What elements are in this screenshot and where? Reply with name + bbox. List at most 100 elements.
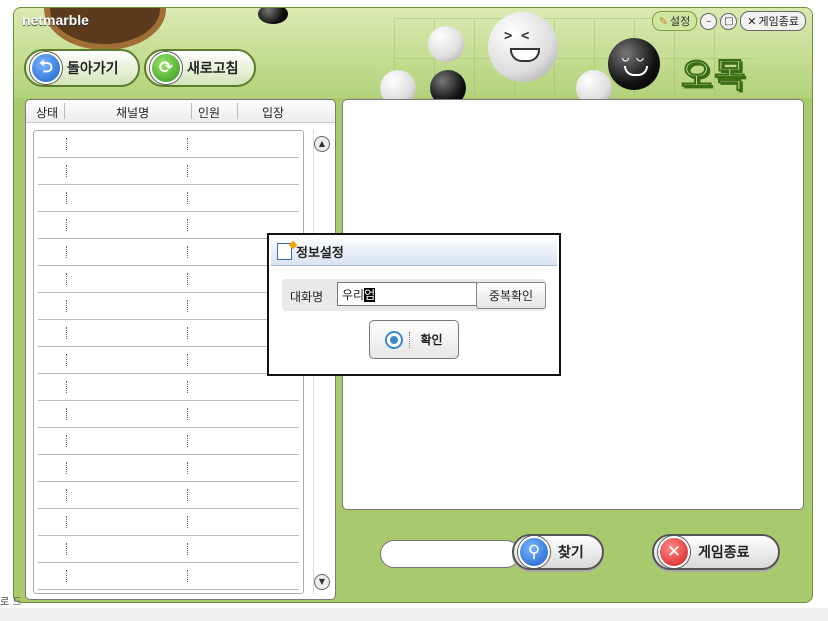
brand-logo: netmarble [22, 12, 89, 28]
channel-row[interactable] [38, 266, 299, 293]
nickname-input[interactable]: 우리엄 [337, 282, 477, 306]
dialog-title-bar[interactable]: 정보설정 [271, 237, 557, 266]
exit-game-button-label: 게임종료 [698, 545, 750, 561]
row-divider [187, 300, 188, 312]
row-divider [187, 435, 188, 447]
nickname-value: 우리 [342, 288, 365, 302]
row-divider [66, 489, 67, 501]
channel-list [33, 130, 304, 594]
settings-button[interactable]: ✎ 설정 [651, 11, 698, 31]
channel-row[interactable] [38, 293, 299, 320]
channel-row[interactable] [38, 509, 299, 536]
row-divider [187, 354, 188, 366]
black-stone-decoration [258, 8, 288, 24]
column-count[interactable]: 인원 [198, 104, 220, 121]
back-button[interactable]: ⮌ 돌아가기 [24, 49, 140, 87]
row-divider [187, 192, 188, 204]
refresh-button[interactable]: ⟳ 새로고침 [144, 49, 256, 87]
channel-row[interactable] [38, 482, 299, 509]
channel-row[interactable] [38, 401, 299, 428]
smile-mouth-icon [624, 66, 648, 76]
row-divider [66, 273, 67, 285]
column-enter[interactable]: 입장 [262, 104, 284, 121]
column-divider [191, 103, 192, 119]
channel-list-header: 상태 채널명 인원 입장 [26, 100, 335, 123]
bottom-strip [0, 608, 828, 621]
row-divider [66, 219, 67, 231]
dialog-title: 정보설정 [296, 245, 344, 261]
row-divider [187, 543, 188, 555]
row-divider [187, 273, 188, 285]
minimize-button[interactable]: – [700, 12, 718, 30]
find-button[interactable]: ⚲ 찾기 [512, 534, 604, 570]
exit-game-top-button[interactable]: ✕ 게임종료 [740, 11, 806, 31]
scroll-up-button[interactable]: ▲ [314, 136, 330, 152]
row-divider [187, 327, 188, 339]
channel-row[interactable] [38, 131, 299, 158]
row-divider [66, 246, 67, 258]
back-button-label: 돌아가기 [67, 61, 119, 77]
row-divider [66, 462, 67, 474]
row-divider [66, 165, 67, 177]
nickname-label: 대화명 [290, 290, 324, 304]
x-circle-icon: ✕ [658, 536, 690, 568]
info-settings-dialog: 정보설정 대화명 우리엄 중복확인 확인 [267, 233, 561, 376]
row-divider [66, 327, 67, 339]
ok-button-label: 확인 [420, 333, 443, 347]
row-divider [66, 381, 67, 393]
row-divider [187, 165, 188, 177]
row-divider [66, 543, 67, 555]
channel-row[interactable] [38, 239, 299, 266]
ok-separator [409, 331, 411, 348]
smile-face-icon: > < [504, 28, 530, 44]
check-duplicate-button[interactable]: 중복확인 [476, 282, 546, 309]
row-divider [187, 381, 188, 393]
channel-row[interactable] [38, 185, 299, 212]
refresh-icon: ⟳ [150, 52, 182, 84]
row-divider [66, 300, 67, 312]
row-divider [187, 408, 188, 420]
channel-row[interactable] [38, 428, 299, 455]
magnifier-icon: ⚲ [518, 536, 550, 568]
column-channel-name[interactable]: 채널명 [116, 104, 149, 121]
row-divider [66, 408, 67, 420]
channel-row[interactable] [38, 212, 299, 239]
row-divider [66, 192, 67, 204]
channel-row[interactable] [38, 374, 299, 401]
find-button-label: 찾기 [558, 545, 584, 561]
row-divider [66, 516, 67, 528]
game-title: 오목 [681, 56, 748, 97]
document-icon [277, 242, 292, 260]
ok-button[interactable]: 확인 [369, 320, 459, 359]
row-divider [187, 489, 188, 501]
nickname-row: 대화명 우리엄 중복확인 [282, 279, 546, 311]
corner-text: 로 드 [0, 597, 22, 608]
white-stone-decoration [428, 26, 464, 62]
nickname-composing-char: 엄 [364, 288, 376, 302]
row-divider [66, 138, 67, 150]
row-divider [66, 354, 67, 366]
close-icon: ✕ [747, 14, 757, 28]
white-stone-mascot: > < [488, 12, 558, 82]
channel-row[interactable] [38, 320, 299, 347]
maximize-button[interactable]: □ [720, 12, 738, 30]
refresh-button-label: 새로고침 [187, 61, 239, 77]
channel-row[interactable] [38, 455, 299, 482]
search-input[interactable] [380, 540, 520, 568]
wrench-icon: ✎ [658, 14, 669, 28]
black-stone-mascot: ◡ ◡ [608, 38, 660, 90]
scroll-down-button[interactable]: ▼ [314, 574, 330, 590]
window-controls: ✎ 설정 – □ ✕ 게임종료 [651, 11, 806, 31]
row-divider [66, 435, 67, 447]
exit-game-button[interactable]: ✕ 게임종료 [652, 534, 780, 570]
channel-row[interactable] [38, 347, 299, 374]
row-divider [187, 246, 188, 258]
channel-row[interactable] [38, 536, 299, 563]
column-divider [237, 103, 238, 119]
row-divider [187, 570, 188, 582]
grin-mouth-icon [510, 48, 540, 62]
column-status[interactable]: 상태 [36, 104, 58, 121]
channel-row[interactable] [38, 563, 299, 590]
radio-icon [385, 330, 404, 349]
channel-row[interactable] [38, 158, 299, 185]
